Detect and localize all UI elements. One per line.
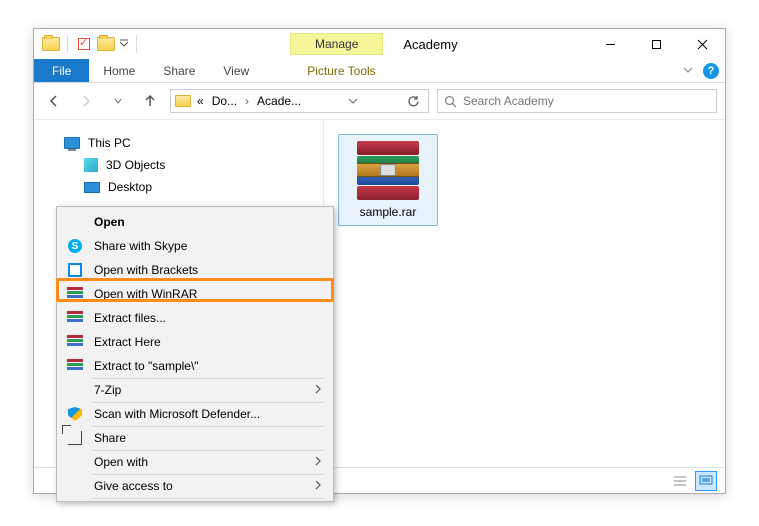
contextual-tab-group: Manage [290, 33, 383, 55]
help-icon[interactable]: ? [703, 63, 719, 79]
tree-item-desktop[interactable]: Desktop [52, 176, 323, 198]
submenu-arrow-icon [314, 480, 322, 493]
tab-file[interactable]: File [34, 59, 89, 82]
tree-item-3d-objects[interactable]: 3D Objects [52, 154, 323, 176]
qat-dropdown-icon[interactable] [119, 39, 129, 49]
tab-share[interactable]: Share [149, 59, 209, 82]
cm-extract-here[interactable]: Extract Here [60, 330, 330, 354]
cm-share-skype[interactable]: S Share with Skype [60, 234, 330, 258]
blank-icon [66, 213, 84, 231]
defender-shield-icon [66, 405, 84, 423]
details-view-button[interactable] [669, 471, 691, 491]
ribbon-tabs: File Home Share View Picture Tools ? [34, 59, 725, 83]
cm-defender[interactable]: Scan with Microsoft Defender... [60, 402, 330, 426]
address-dropdown-icon[interactable] [342, 90, 364, 112]
forward-button[interactable] [74, 89, 98, 113]
cm-open[interactable]: Open [60, 210, 330, 234]
winrar-icon [66, 357, 84, 375]
navigation-bar: « Do... › Acade... [34, 83, 725, 119]
refresh-icon[interactable] [402, 90, 424, 112]
cm-extract-files[interactable]: Extract files... [60, 306, 330, 330]
ribbon-expand-icon[interactable] [683, 64, 693, 78]
window-controls [587, 29, 725, 59]
tree-label: Desktop [108, 180, 152, 194]
tree-label: This PC [88, 136, 131, 150]
rar-archive-icon [357, 141, 419, 199]
winrar-icon [66, 333, 84, 351]
share-icon [66, 429, 84, 447]
up-button[interactable] [138, 89, 162, 113]
file-label: sample.rar [360, 205, 417, 219]
search-icon [444, 95, 457, 108]
blank-icon [66, 477, 84, 495]
context-menu: Open S Share with Skype Open with Bracke… [56, 206, 334, 502]
recent-dropdown-icon[interactable] [106, 89, 130, 113]
search-box[interactable] [437, 89, 717, 113]
cm-7zip[interactable]: 7-Zip [60, 378, 330, 402]
title-bar: Manage Academy [34, 29, 725, 59]
address-bar[interactable]: « Do... › Acade... [170, 89, 429, 113]
blank-icon [66, 453, 84, 471]
window-title: Academy [403, 37, 457, 52]
search-input[interactable] [463, 94, 710, 108]
cm-share[interactable]: Share [60, 426, 330, 450]
chevron-right-icon[interactable]: › [243, 94, 251, 108]
folder-icon [175, 95, 191, 107]
cube-icon [84, 158, 98, 172]
tree-item-this-pc[interactable]: This PC [52, 132, 323, 154]
manage-label: Manage [290, 33, 383, 55]
winrar-icon [66, 309, 84, 327]
winrar-icon [66, 285, 84, 303]
large-icons-view-button[interactable] [695, 471, 717, 491]
pc-icon [64, 137, 80, 149]
submenu-arrow-icon [314, 384, 322, 397]
content-pane[interactable]: sample.rar [324, 120, 725, 467]
skype-icon: S [66, 237, 84, 255]
cm-give-access[interactable]: Give access to [60, 474, 330, 498]
tree-label: 3D Objects [106, 158, 165, 172]
minimize-button[interactable] [587, 29, 633, 59]
breadcrumb-sep: « [195, 94, 206, 108]
separator [67, 35, 68, 53]
folder-icon [42, 35, 60, 53]
tab-view[interactable]: View [209, 59, 263, 82]
blank-icon [66, 381, 84, 399]
back-button[interactable] [42, 89, 66, 113]
quick-access-toolbar [34, 35, 140, 53]
cm-open-with[interactable]: Open with [60, 450, 330, 474]
cm-extract-to[interactable]: Extract to "sample\" [60, 354, 330, 378]
new-folder-icon[interactable] [97, 35, 115, 53]
maximize-button[interactable] [633, 29, 679, 59]
file-item-sample-rar[interactable]: sample.rar [338, 134, 438, 226]
brackets-icon [66, 261, 84, 279]
cm-open-brackets[interactable]: Open with Brackets [60, 258, 330, 282]
cm-open-winrar[interactable]: Open with WinRAR [60, 282, 330, 306]
tab-home[interactable]: Home [89, 59, 149, 82]
properties-icon[interactable] [75, 35, 93, 53]
breadcrumb-item[interactable]: Do... [210, 94, 239, 108]
submenu-arrow-icon [314, 456, 322, 469]
titlebar-center: Manage Academy [140, 33, 587, 55]
separator [136, 35, 137, 53]
close-button[interactable] [679, 29, 725, 59]
tab-picture-tools[interactable]: Picture Tools [293, 59, 389, 82]
breadcrumb-item[interactable]: Acade... [255, 94, 303, 108]
desktop-icon [84, 182, 100, 193]
